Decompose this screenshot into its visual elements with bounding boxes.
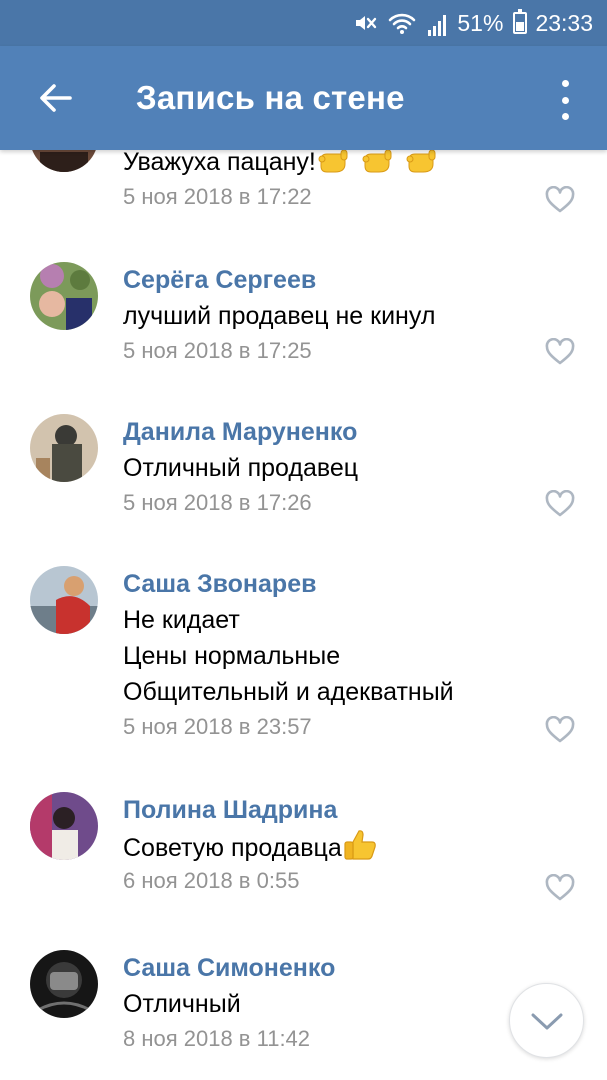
comment-date: 8 ноя 2018 в 11:42 bbox=[123, 1026, 311, 1051]
avatar[interactable] bbox=[30, 566, 98, 634]
like-button[interactable] bbox=[545, 337, 579, 370]
like-button[interactable] bbox=[545, 489, 579, 522]
battery-icon bbox=[513, 9, 528, 34]
page-title: Запись на стене bbox=[136, 79, 405, 116]
more-vertical-icon bbox=[561, 80, 569, 87]
like-button[interactable] bbox=[545, 873, 579, 906]
signal-icon bbox=[425, 10, 449, 36]
mute-icon bbox=[351, 10, 379, 36]
scroll-down-button[interactable] bbox=[509, 983, 584, 1058]
comment-text: Отличный bbox=[123, 990, 241, 1018]
comment-author[interactable]: Саша Симоненко bbox=[123, 950, 527, 986]
comment-date: 6 ноя 2018 в 0:55 bbox=[123, 868, 300, 893]
comment-text: Уважуха пацану! bbox=[123, 150, 527, 180]
thumbs-up-emoji-icon bbox=[343, 828, 379, 870]
comment-text: Советую продавца bbox=[123, 828, 527, 864]
like-button[interactable] bbox=[545, 185, 579, 218]
comment-author[interactable]: Саша Звонарев bbox=[123, 566, 527, 602]
comment-date: 5 ноя 2018 в 17:25 bbox=[123, 338, 312, 363]
arrow-left-icon bbox=[40, 84, 72, 112]
heart-icon bbox=[545, 489, 575, 517]
heart-icon bbox=[545, 185, 575, 213]
more-options-button[interactable] bbox=[547, 80, 583, 120]
avatar[interactable] bbox=[30, 414, 98, 482]
battery-percent: 51% bbox=[457, 9, 504, 36]
comment-item: Саша Звонарев Не кидает Цены нормальные … bbox=[0, 566, 607, 746]
comment-item: Серёга Сергеев лучший продавец не кинул … bbox=[0, 262, 607, 372]
chevron-down-icon bbox=[531, 1013, 562, 1029]
comments-list[interactable]: Уважуха пацану! 5 ноя 2018 в 17:22 Серёг… bbox=[0, 150, 607, 1080]
comment-author[interactable]: Серёга Сергеев bbox=[123, 262, 527, 298]
comment-author[interactable]: Полина Шадрина bbox=[123, 792, 527, 828]
avatar[interactable] bbox=[30, 792, 98, 860]
comment-date: 5 ноя 2018 в 17:26 bbox=[123, 490, 312, 515]
heart-icon bbox=[545, 337, 575, 365]
back-button[interactable] bbox=[0, 46, 110, 150]
comment-author[interactable]: Данила Маруненко bbox=[123, 414, 527, 450]
comment-item: Уважуха пацану! 5 ноя 2018 в 17:22 bbox=[0, 150, 607, 224]
avatar[interactable] bbox=[30, 950, 98, 1018]
call-me-hand-emoji-icon bbox=[317, 150, 441, 184]
comment-item: Данила Маруненко Отличный продавец 5 ноя… bbox=[0, 414, 607, 524]
like-button[interactable] bbox=[545, 715, 579, 748]
comment-text: Отличный продавец bbox=[123, 454, 359, 482]
comment-item: Полина Шадрина Советую продавца 6 ноя 20… bbox=[0, 792, 607, 902]
comment-text: Не кидает bbox=[123, 606, 240, 634]
comment-text: Цены нормальные bbox=[123, 642, 341, 670]
comment-text: лучший продавец не кинул bbox=[123, 302, 436, 330]
status-bar: 51% 23:33 bbox=[0, 0, 607, 46]
heart-icon bbox=[545, 715, 575, 743]
wifi-icon bbox=[387, 10, 417, 36]
avatar[interactable] bbox=[30, 262, 98, 330]
app-bar: Запись на стене bbox=[0, 46, 607, 150]
clock: 23:33 bbox=[535, 9, 593, 36]
heart-icon bbox=[545, 873, 575, 901]
comment-date: 5 ноя 2018 в 17:22 bbox=[123, 184, 312, 209]
comment-date: 5 ноя 2018 в 23:57 bbox=[123, 714, 312, 739]
comment-text: Общительный и адекватный bbox=[123, 678, 454, 706]
avatar[interactable] bbox=[30, 150, 98, 172]
